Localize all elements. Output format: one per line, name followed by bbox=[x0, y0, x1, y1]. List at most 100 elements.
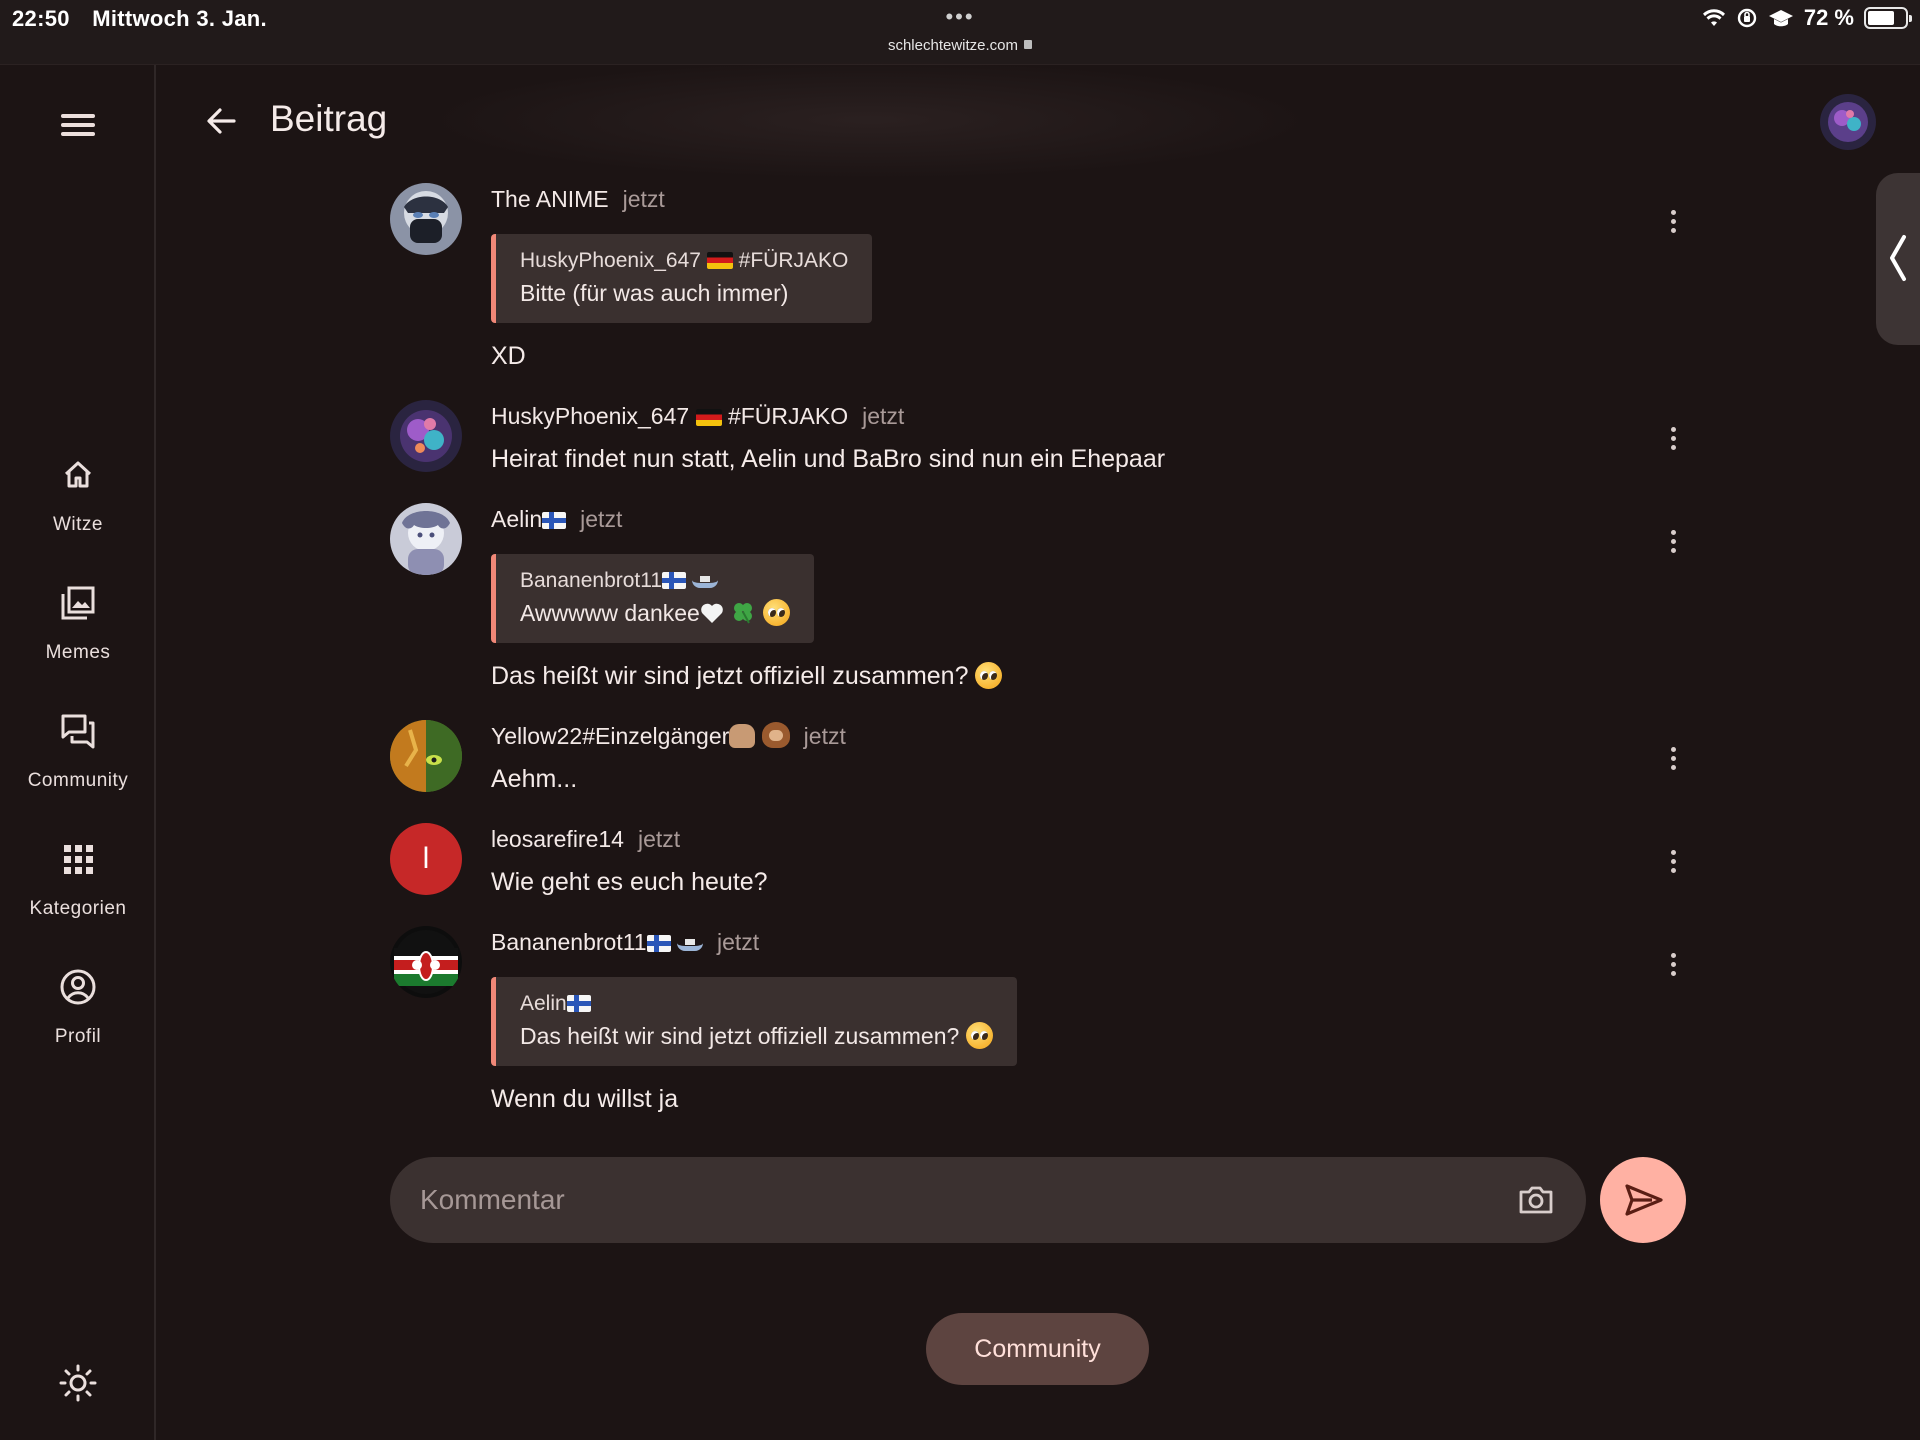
orientation-lock-icon bbox=[1737, 8, 1757, 28]
avatar[interactable] bbox=[390, 503, 462, 575]
avatar[interactable] bbox=[390, 926, 462, 998]
finland-flag-icon bbox=[646, 935, 671, 952]
nav-label-witze: Witze bbox=[53, 514, 103, 535]
more-options-icon[interactable] bbox=[1666, 526, 1680, 560]
comment-composer bbox=[390, 1157, 1586, 1243]
multitasking-dots[interactable]: ••• bbox=[930, 4, 990, 30]
send-icon bbox=[1625, 1184, 1663, 1216]
author-name[interactable]: Aelin bbox=[491, 506, 567, 532]
more-options-icon[interactable] bbox=[1666, 423, 1680, 457]
timestamp: jetzt bbox=[622, 186, 665, 212]
comment-meta: HuskyPhoenix_647 #FÜRJAKO jetzt bbox=[491, 400, 1591, 432]
quote-author: Aelin bbox=[520, 989, 993, 1019]
quote-author: Bananenbrot11 bbox=[520, 566, 790, 596]
quote-text: Awwwww dankee bbox=[520, 596, 790, 631]
status-time-date: 22:50 Mittwoch 3. Jan. bbox=[12, 6, 267, 32]
thumbs-hand-icon bbox=[729, 724, 756, 748]
comment-meta: Yellow22#Einzelgänger jetzt bbox=[491, 720, 1591, 752]
quote-author: HuskyPhoenix_647 #FÜRJAKO bbox=[520, 249, 849, 272]
comment-text: Wie geht es euch heute? bbox=[491, 868, 768, 896]
germany-flag-icon bbox=[695, 409, 722, 426]
comment-body: leosarefire14 jetzt Wie geht es euch heut… bbox=[491, 823, 1591, 899]
germany-flag-icon bbox=[706, 252, 733, 269]
see-no-evil-monkey-icon bbox=[761, 722, 790, 748]
nav-label-community: Community bbox=[27, 770, 129, 791]
ship-icon bbox=[691, 574, 718, 588]
comment-meta: leosarefire14 jetzt bbox=[491, 823, 1591, 855]
pleading-face-icon bbox=[975, 662, 1003, 689]
nav-item-kategorien[interactable]: Kategorien bbox=[0, 839, 156, 949]
comment-text: Heirat findet nun statt, Aelin und BaBro… bbox=[491, 445, 1166, 473]
comment-meta: Aelin jetzt bbox=[491, 503, 1591, 535]
lock-icon bbox=[1024, 40, 1033, 49]
quoted-reply[interactable]: Aelin Das heißt wir sind jetzt offiziell… bbox=[491, 977, 1017, 1066]
comment-text: Aehm... bbox=[491, 765, 578, 793]
forum-icon bbox=[61, 714, 95, 749]
comment-body: HuskyPhoenix_647 #FÜRJAKO jetzt Heirat fi… bbox=[491, 400, 1591, 476]
author-name[interactable]: HuskyPhoenix_647 #FÜRJAKO bbox=[491, 403, 848, 429]
finland-flag-icon bbox=[542, 512, 567, 529]
nav-label-memes: Memes bbox=[45, 642, 111, 663]
four-leaf-clover-icon bbox=[734, 603, 753, 624]
back-arrow-icon[interactable] bbox=[200, 100, 242, 142]
hamburger-menu-button[interactable] bbox=[58, 109, 98, 145]
status-date: Mittwoch 3. Jan. bbox=[92, 6, 267, 31]
comment-body: Yellow22#Einzelgänger jetzt Aehm... bbox=[491, 720, 1591, 796]
account-circle-icon bbox=[60, 969, 96, 1005]
timestamp: jetzt bbox=[637, 826, 681, 852]
finland-flag-icon bbox=[566, 995, 591, 1012]
image-gallery-icon bbox=[61, 586, 95, 620]
quote-text: Das heißt wir sind jetzt offiziell zusam… bbox=[520, 1019, 993, 1054]
author-name[interactable]: leosarefire14 bbox=[491, 826, 624, 852]
comment-text: Wenn du willst ja bbox=[491, 1085, 679, 1113]
home-icon bbox=[64, 461, 92, 488]
comment-input[interactable] bbox=[420, 1157, 1480, 1243]
comment-text: Das heißt wir sind jetzt offiziell zusam… bbox=[491, 659, 1591, 693]
pleading-face-icon bbox=[965, 1022, 993, 1049]
quoted-reply[interactable]: Bananenbrot11 Awwwww dankee bbox=[491, 554, 814, 643]
comment-body: The ANIME jetzt HuskyPhoenix_647 #FÜRJAKO… bbox=[491, 183, 1591, 373]
more-options-icon[interactable] bbox=[1666, 846, 1680, 880]
nav-item-profil[interactable]: Profil bbox=[0, 967, 156, 1077]
grid-icon bbox=[64, 845, 93, 874]
avatar[interactable] bbox=[390, 183, 462, 255]
nav-item-witze[interactable]: Witze bbox=[0, 455, 156, 565]
quoted-reply[interactable]: HuskyPhoenix_647 #FÜRJAKO Bitte (für was… bbox=[491, 234, 873, 323]
avatar[interactable] bbox=[390, 720, 462, 792]
nav-label-kategorien: Kategorien bbox=[29, 898, 127, 919]
send-button[interactable] bbox=[1600, 1157, 1686, 1243]
page-title: Beitrag bbox=[270, 98, 388, 139]
ship-icon bbox=[677, 937, 703, 951]
community-button[interactable]: Community bbox=[926, 1313, 1149, 1385]
wifi-icon bbox=[1702, 9, 1725, 26]
battery-icon bbox=[1864, 7, 1912, 29]
more-options-icon[interactable] bbox=[1666, 949, 1680, 983]
background-glow bbox=[420, 60, 1320, 180]
author-name[interactable]: The ANIME bbox=[491, 186, 609, 212]
side-panel-handle[interactable] bbox=[1876, 173, 1920, 345]
status-bar: 22:50 Mittwoch 3. Jan. ••• schlechtewitz… bbox=[0, 0, 1920, 65]
nav-label-profil: Profil bbox=[54, 1026, 102, 1047]
comment-body: Aelin jetzt Bananenbrot11 Awwwww dankee D… bbox=[491, 503, 1591, 693]
more-options-icon[interactable] bbox=[1666, 743, 1680, 777]
nav-item-memes[interactable]: Memes bbox=[0, 583, 156, 693]
user-avatar[interactable] bbox=[1820, 94, 1876, 150]
status-time: 22:50 bbox=[12, 6, 70, 31]
comment-text: XD bbox=[491, 342, 526, 370]
timestamp: jetzt bbox=[862, 403, 905, 429]
timestamp: jetzt bbox=[803, 723, 846, 749]
finland-flag-icon bbox=[662, 572, 687, 589]
more-options-icon[interactable] bbox=[1666, 206, 1680, 240]
author-name[interactable]: Yellow22#Einzelgänger bbox=[491, 722, 790, 749]
timestamp: jetzt bbox=[580, 506, 623, 532]
avatar[interactable] bbox=[390, 400, 462, 472]
white-heart-icon bbox=[701, 603, 723, 623]
battery-percent: 72 % bbox=[1803, 5, 1854, 30]
theme-toggle-sun-icon[interactable] bbox=[58, 1363, 98, 1403]
author-name[interactable]: Bananenbrot11 bbox=[491, 929, 703, 955]
url-bar[interactable]: schlechtewitze.com bbox=[0, 37, 1920, 54]
timestamp: jetzt bbox=[717, 929, 760, 955]
nav-item-community[interactable]: Community bbox=[0, 711, 156, 821]
avatar[interactable]: l bbox=[390, 823, 462, 895]
camera-icon[interactable] bbox=[1515, 1179, 1557, 1221]
